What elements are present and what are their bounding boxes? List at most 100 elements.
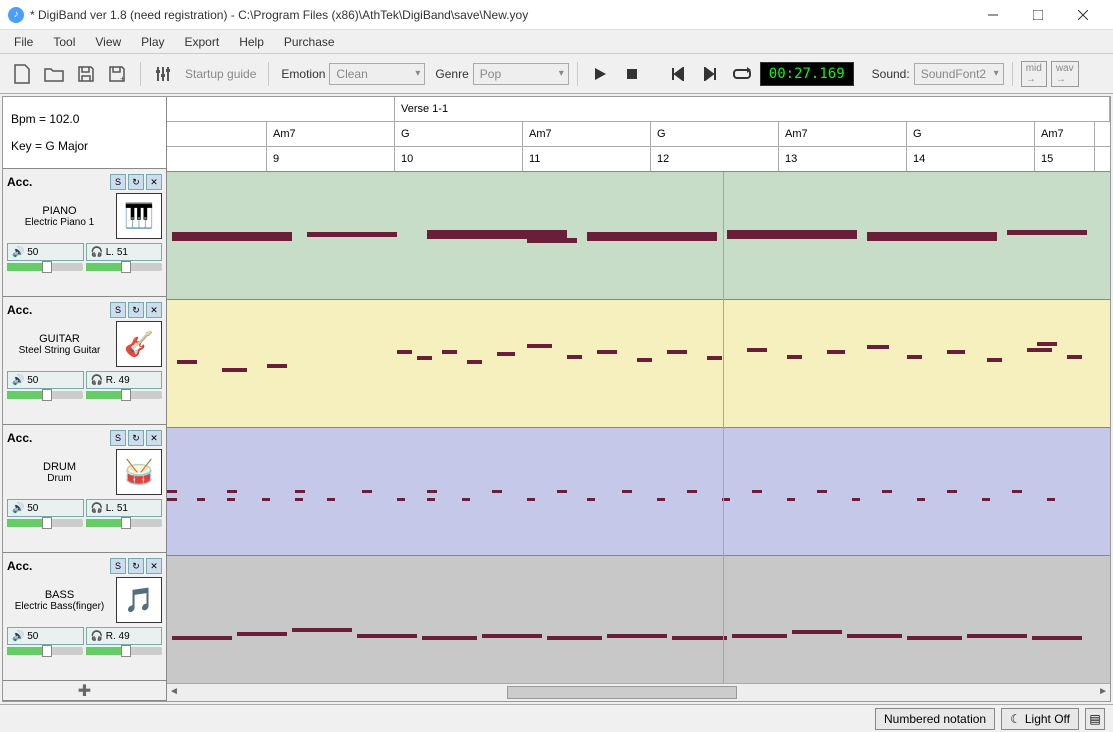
midi-note[interactable] [527,344,552,348]
track-refresh-button[interactable]: ↻ [128,174,144,190]
midi-note[interactable] [167,498,177,501]
track-pan[interactable]: 🎧 R. 49 [86,627,163,645]
loop-icon[interactable] [728,60,756,88]
midi-note[interactable] [587,498,595,501]
chord-cell[interactable] [167,122,267,146]
bar-cell[interactable]: 14 [907,147,1035,171]
midi-note[interactable] [237,632,287,636]
midi-note[interactable] [622,490,632,493]
track-pan[interactable]: 🎧 L. 51 [86,499,163,517]
midi-note[interactable] [587,236,717,241]
midi-note[interactable] [442,350,457,354]
midi-note[interactable] [747,348,767,352]
midi-note[interactable] [787,498,795,501]
track-solo-button[interactable]: S [110,302,126,318]
menu-play[interactable]: Play [131,32,174,52]
midi-note[interactable] [327,498,335,501]
settings-icon[interactable] [149,60,177,88]
midi-note[interactable] [947,350,965,354]
drum-icon[interactable]: 🥁 [116,449,162,495]
volume-slider[interactable] [7,647,83,655]
midi-note[interactable] [295,498,303,501]
midi-note[interactable] [907,636,962,640]
volume-slider[interactable] [7,519,83,527]
midi-note[interactable] [947,490,957,493]
chord-cell[interactable]: Am7 [779,122,907,146]
chord-cell[interactable]: G [651,122,779,146]
midi-note[interactable] [557,490,567,493]
midi-note[interactable] [167,490,177,493]
startup-guide-label[interactable]: Startup guide [185,67,256,81]
track-lane-guitar[interactable] [167,300,1110,428]
piano-icon[interactable]: 🎹 [116,193,162,239]
midi-note[interactable] [527,498,535,501]
chord-cell[interactable]: Am7 [267,122,395,146]
bass-icon[interactable]: 🎵 [116,577,162,623]
midi-note[interactable] [222,368,247,372]
notation-button[interactable]: Numbered notation [875,708,995,730]
midi-note[interactable] [1067,355,1082,359]
scroll-thumb[interactable] [507,686,737,699]
sound-combo[interactable]: SoundFont2 [914,63,1004,85]
midi-note[interactable] [397,498,405,501]
add-track-button[interactable]: ✚ [3,681,166,701]
prev-icon[interactable] [664,60,692,88]
track-close-button[interactable]: ✕ [146,302,162,318]
track-lane-drum[interactable] [167,428,1110,556]
midi-note[interactable] [847,634,902,638]
midi-note[interactable] [397,350,412,354]
midi-note[interactable] [827,350,845,354]
track-refresh-button[interactable]: ↻ [128,430,144,446]
bar-cell[interactable]: 11 [523,147,651,171]
midi-note[interactable] [422,636,477,640]
wav-export-button[interactable]: wav→ [1051,61,1079,87]
chord-cell[interactable]: G [907,122,1035,146]
midi-note[interactable] [527,238,577,243]
midi-note[interactable] [492,490,502,493]
volume-slider[interactable] [7,263,83,271]
midi-note[interactable] [462,498,470,501]
track-refresh-button[interactable]: ↻ [128,302,144,318]
menu-view[interactable]: View [85,32,131,52]
stop-icon[interactable] [618,60,646,88]
track-lane-piano[interactable] [167,172,1110,300]
midi-note[interactable] [672,636,727,640]
midi-note[interactable] [227,498,235,501]
bar-cell[interactable]: 12 [651,147,779,171]
midi-note[interactable] [227,490,237,493]
midi-note[interactable] [732,634,787,638]
minimize-button[interactable] [970,0,1015,30]
track-volume[interactable]: 🔊 50 [7,243,84,261]
midi-note[interactable] [882,490,892,493]
midi-note[interactable] [1047,498,1055,501]
chord-cell[interactable]: Am7 [523,122,651,146]
track-solo-button[interactable]: S [110,558,126,574]
midi-note[interactable] [362,490,372,493]
midi-note[interactable] [707,356,722,360]
new-file-icon[interactable] [8,60,36,88]
guitar-icon[interactable]: 🎸 [116,321,162,367]
midi-note[interactable] [172,236,292,241]
verse-cell-empty[interactable] [167,97,395,121]
midi-note[interactable] [667,350,687,354]
pan-slider[interactable] [86,519,162,527]
midi-note[interactable] [497,352,515,356]
bar-cell[interactable]: 13 [779,147,907,171]
midi-note[interactable] [792,630,842,634]
midi-note[interactable] [547,636,602,640]
bar-cell[interactable] [167,147,267,171]
midi-note[interactable] [687,490,697,493]
midi-note[interactable] [1037,342,1057,346]
open-file-icon[interactable] [40,60,68,88]
midi-note[interactable] [637,358,652,362]
play-icon[interactable] [586,60,614,88]
midi-note[interactable] [427,498,435,501]
track-solo-button[interactable]: S [110,430,126,446]
pan-slider[interactable] [86,391,162,399]
midi-note[interactable] [787,355,802,359]
midi-note[interactable] [177,360,197,364]
save-as-icon[interactable]: + [104,60,132,88]
close-button[interactable] [1060,0,1105,30]
midi-note[interactable] [482,634,542,638]
bar-cell[interactable]: 10 [395,147,523,171]
